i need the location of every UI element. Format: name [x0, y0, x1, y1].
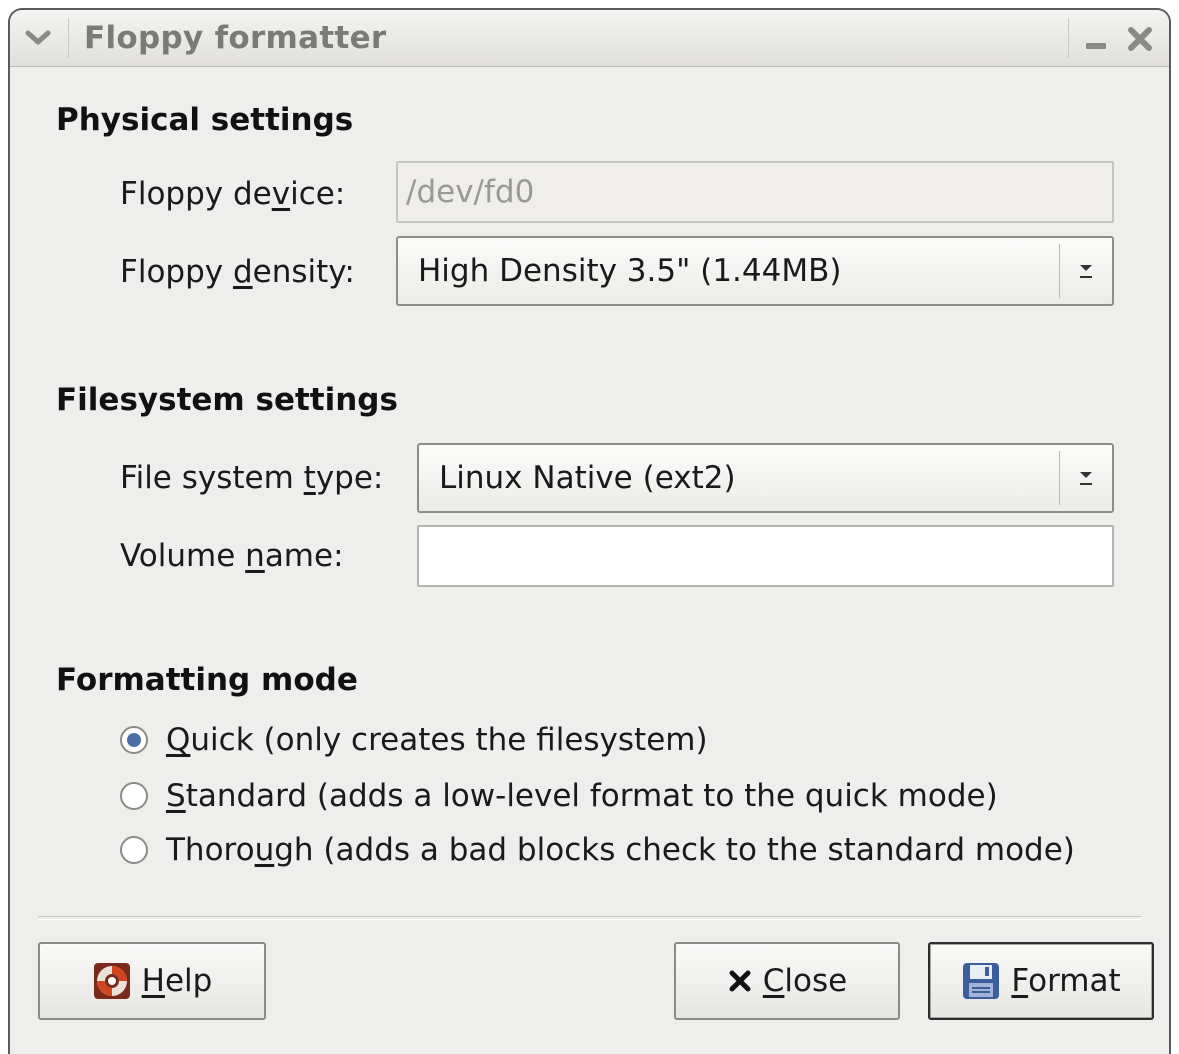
radio-quick-label: Quick (only creates the filesystem) — [166, 722, 708, 758]
radio-thorough-label: Thorough (adds a bad blocks check to the… — [166, 832, 1075, 868]
close-window-icon[interactable] — [1123, 22, 1157, 56]
chevron-down-icon[interactable] — [1072, 238, 1100, 304]
help-lifebuoy-icon — [92, 961, 132, 1001]
file-system-type-combo[interactable]: Linux Native (ext2) — [417, 443, 1114, 513]
combo-separator — [1059, 451, 1060, 505]
radio-quick[interactable]: Quick (only creates the filesystem) — [120, 722, 708, 758]
close-button-label: Close — [762, 963, 848, 999]
radio-thorough[interactable]: Thorough (adds a bad blocks check to the… — [120, 832, 1075, 868]
titlebar-separator — [68, 18, 69, 58]
file-system-type-label: File system type: — [120, 460, 384, 496]
volume-name-label: Volume name: — [120, 538, 344, 574]
button-divider — [38, 916, 1141, 920]
minimize-icon[interactable] — [1079, 22, 1113, 56]
window-title: Floppy formatter — [84, 20, 387, 56]
floppy-density-value: High Density 3.5" (1.44MB) — [418, 253, 842, 289]
window-menu-icon[interactable] — [20, 20, 56, 56]
help-button[interactable]: Help — [38, 942, 266, 1020]
formatting-mode-heading: Formatting mode — [56, 662, 358, 698]
floppy-density-label: Floppy density: — [120, 254, 355, 290]
file-system-type-value: Linux Native (ext2) — [439, 460, 736, 496]
radio-standard[interactable]: Standard (adds a low-level format to the… — [120, 778, 998, 814]
floppy-formatter-window: Floppy formatter Physical settings Flopp… — [8, 8, 1171, 1054]
radio-button[interactable] — [120, 836, 148, 864]
floppy-device-label: Floppy device: — [120, 176, 346, 212]
radio-button[interactable] — [120, 782, 148, 810]
close-x-icon — [727, 968, 753, 994]
physical-settings-heading: Physical settings — [56, 102, 354, 138]
titlebar[interactable]: Floppy formatter — [10, 10, 1169, 67]
close-button[interactable]: Close — [674, 942, 900, 1020]
floppy-device-field: /dev/fd0 — [396, 161, 1114, 223]
filesystem-settings-heading: Filesystem settings — [56, 382, 398, 418]
floppy-disk-icon — [961, 961, 1001, 1001]
volume-name-input[interactable] — [417, 525, 1114, 587]
radio-standard-label: Standard (adds a low-level format to the… — [166, 778, 998, 814]
help-button-label: Help — [141, 963, 213, 999]
titlebar-separator — [1068, 18, 1069, 58]
floppy-density-combo[interactable]: High Density 3.5" (1.44MB) — [396, 236, 1114, 306]
format-button-label: Format — [1011, 963, 1121, 999]
format-button[interactable]: Format — [928, 942, 1154, 1020]
radio-button-selected[interactable] — [120, 726, 148, 754]
chevron-down-icon[interactable] — [1072, 445, 1100, 511]
combo-separator — [1059, 244, 1060, 298]
